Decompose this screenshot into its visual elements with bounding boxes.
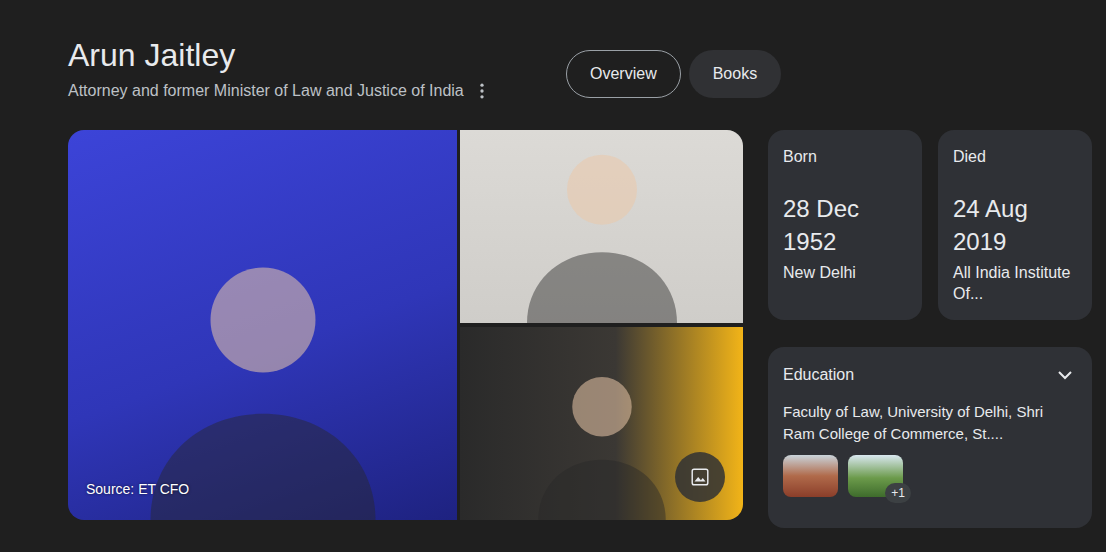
tab[interactable]: Overview xyxy=(566,50,681,98)
fact-card[interactable]: Born 28 Dec 1952 New Delhi xyxy=(768,130,922,320)
person-photo-icon xyxy=(113,220,413,520)
education-header: Education xyxy=(783,363,1077,387)
chevron-down-icon[interactable] xyxy=(1053,363,1077,387)
image-collage[interactable]: Source: ET CFO xyxy=(68,130,743,520)
thumbnail[interactable]: +1 xyxy=(848,455,903,497)
fact-card[interactable]: Died 24 Aug 2019All India Institute Of... xyxy=(938,130,1092,320)
fact-detail: New Delhi xyxy=(783,262,907,283)
tab-bar: OverviewBooks xyxy=(566,50,781,98)
tab[interactable]: Books xyxy=(689,50,781,98)
education-text: Faculty of Law, University of Delhi, Shr… xyxy=(783,401,1077,445)
entity-title: Arun Jaitley xyxy=(68,34,566,76)
subtitle-row: Attorney and former Minister of Law and … xyxy=(68,80,566,102)
photo[interactable]: Source: ET CFO xyxy=(68,130,457,520)
fact-cards: Born 28 Dec 1952 New Delhi Died 24 Aug 2019A… xyxy=(768,130,1092,320)
facts-column: Born 28 Dec 1952 New Delhi Died 24 Aug 2019A… xyxy=(768,130,1092,528)
image-gallery-icon xyxy=(689,466,711,488)
fact-label: Born xyxy=(783,146,907,168)
education-thumbnails: +1 xyxy=(783,455,1077,497)
photo[interactable] xyxy=(460,327,743,520)
thumbnail[interactable] xyxy=(783,455,838,497)
more-options-icon[interactable] xyxy=(472,81,492,101)
image-source: Source: ET CFO xyxy=(86,479,189,500)
title-block: Arun Jaitley Attorney and former Minister… xyxy=(68,34,566,102)
gallery-button[interactable] xyxy=(675,452,725,502)
fact-label: Died xyxy=(953,146,1077,168)
more-count-badge[interactable]: +1 xyxy=(885,483,911,503)
fact-value: 28 Dec 1952 xyxy=(783,192,907,258)
education-label: Education xyxy=(783,364,854,386)
education-card[interactable]: Education Faculty of Law, University of D… xyxy=(768,347,1092,528)
fact-detail: All India Institute Of... xyxy=(953,262,1077,304)
entity-subtitle: Attorney and former Minister of Law and … xyxy=(68,80,464,102)
person-photo-icon xyxy=(502,130,702,323)
fact-value: 24 Aug 2019 xyxy=(953,192,1077,258)
header: Arun Jaitley Attorney and former Minister… xyxy=(68,34,1106,130)
photo[interactable] xyxy=(460,130,743,323)
main-area: Source: ET CFO Born 28 Dec 1952 New Delhi Di… xyxy=(68,130,1106,528)
person-photo-icon xyxy=(517,350,687,520)
